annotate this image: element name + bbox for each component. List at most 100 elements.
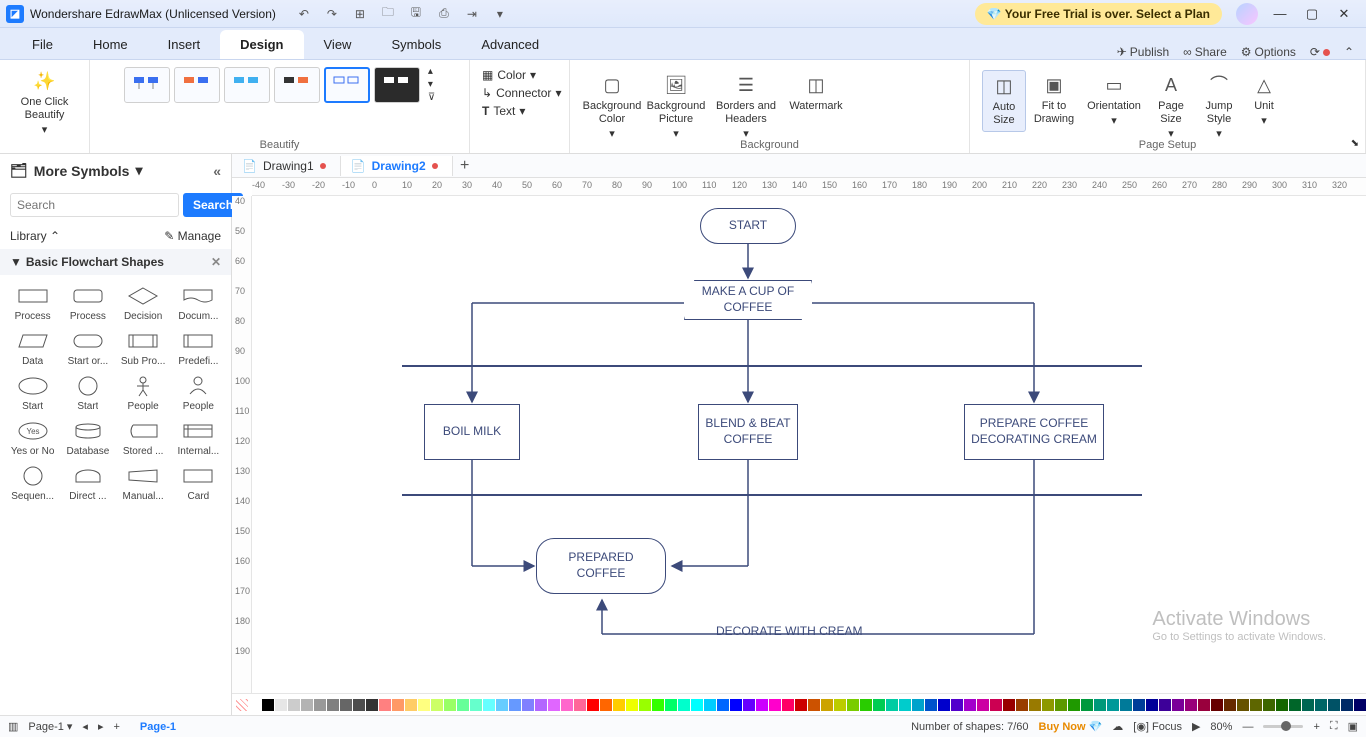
options-button[interactable]: ⚙ Options bbox=[1241, 45, 1296, 59]
color-swatch[interactable] bbox=[301, 699, 313, 711]
color-swatch[interactable] bbox=[821, 699, 833, 711]
color-swatch[interactable] bbox=[548, 699, 560, 711]
color-swatch[interactable] bbox=[938, 699, 950, 711]
shape-process[interactable]: Process bbox=[6, 283, 59, 322]
text-button[interactable]: T Text ▾ bbox=[482, 102, 525, 120]
color-swatch[interactable] bbox=[860, 699, 872, 711]
library-button[interactable]: Library ⌃ bbox=[10, 229, 60, 243]
color-swatch[interactable] bbox=[1328, 699, 1340, 711]
color-swatch[interactable] bbox=[873, 699, 885, 711]
color-swatch[interactable] bbox=[509, 699, 521, 711]
shape-data[interactable]: Data bbox=[6, 328, 59, 367]
shape-predefi[interactable]: Predefi... bbox=[172, 328, 225, 367]
add-tab-button[interactable]: + bbox=[453, 157, 477, 175]
shape-database[interactable]: Database bbox=[61, 418, 114, 457]
color-swatch[interactable] bbox=[561, 699, 573, 711]
shape-subpro[interactable]: Sub Pro... bbox=[117, 328, 170, 367]
orientation-button[interactable]: ▭Orientation ▾ bbox=[1082, 70, 1146, 132]
zoom-out-button[interactable]: — bbox=[1242, 721, 1253, 733]
color-swatch[interactable] bbox=[925, 699, 937, 711]
no-fill-swatch[interactable] bbox=[236, 699, 248, 711]
tab-insert[interactable]: Insert bbox=[148, 30, 221, 59]
jump-style-button[interactable]: ⌒Jump Style ▾ bbox=[1196, 70, 1242, 146]
shape-decision[interactable]: Decision bbox=[117, 283, 170, 322]
color-swatch[interactable] bbox=[379, 699, 391, 711]
color-swatch[interactable] bbox=[1159, 699, 1171, 711]
color-swatch[interactable] bbox=[795, 699, 807, 711]
color-swatch[interactable] bbox=[743, 699, 755, 711]
share-button[interactable]: ∞ Share bbox=[1183, 45, 1227, 59]
maximize-button[interactable]: ▢ bbox=[1296, 3, 1328, 25]
tab-design[interactable]: Design bbox=[220, 30, 303, 59]
new-button[interactable]: ⊞ bbox=[346, 3, 374, 25]
background-picture-button[interactable]: 🖼Background Picture ▾ bbox=[646, 70, 706, 146]
color-swatch[interactable] bbox=[1172, 699, 1184, 711]
color-swatch[interactable] bbox=[444, 699, 456, 711]
shape-card[interactable]: Card bbox=[172, 463, 225, 502]
color-swatch[interactable] bbox=[366, 699, 378, 711]
node-blend-beat[interactable]: BLEND & BEAT COFFEE bbox=[698, 404, 798, 460]
color-swatch[interactable] bbox=[1289, 699, 1301, 711]
color-swatch[interactable] bbox=[327, 699, 339, 711]
tab-symbols[interactable]: Symbols bbox=[371, 30, 461, 59]
color-swatch[interactable] bbox=[1250, 699, 1262, 711]
theme-down-button[interactable]: ▾ bbox=[428, 79, 435, 90]
color-swatch[interactable] bbox=[1211, 699, 1223, 711]
zoom-in-button[interactable]: + bbox=[1313, 721, 1319, 733]
color-swatch[interactable] bbox=[1263, 699, 1275, 711]
tab-view[interactable]: View bbox=[304, 30, 372, 59]
color-swatch[interactable] bbox=[691, 699, 703, 711]
color-swatch[interactable] bbox=[652, 699, 664, 711]
node-start[interactable]: START bbox=[700, 208, 796, 244]
shape-docum[interactable]: Docum... bbox=[172, 283, 225, 322]
color-swatch[interactable] bbox=[1302, 699, 1314, 711]
color-swatch[interactable] bbox=[457, 699, 469, 711]
color-swatch[interactable] bbox=[717, 699, 729, 711]
color-swatch[interactable] bbox=[665, 699, 677, 711]
color-swatch[interactable] bbox=[808, 699, 820, 711]
doc-tab-1[interactable]: 📄 Drawing1 bbox=[232, 156, 341, 176]
theme-6[interactable] bbox=[374, 67, 420, 103]
color-swatch[interactable] bbox=[769, 699, 781, 711]
one-click-beautify-button[interactable]: ✨ One Click Beautify ▾ bbox=[15, 66, 75, 142]
theme-more-button[interactable]: ⊽ bbox=[428, 92, 435, 103]
shape-people[interactable]: People bbox=[172, 373, 225, 412]
undo-button[interactable]: ↶ bbox=[290, 3, 318, 25]
save-button[interactable]: 🖫 bbox=[402, 3, 430, 25]
theme-5[interactable] bbox=[324, 67, 370, 103]
doc-tab-2[interactable]: 📄 Drawing2 bbox=[341, 156, 453, 176]
node-prepare-cream[interactable]: PREPARE COFFEE DECORATING CREAM bbox=[964, 404, 1104, 460]
color-swatch[interactable] bbox=[1198, 699, 1210, 711]
tab-file[interactable]: File bbox=[12, 30, 73, 59]
shape-people[interactable]: People bbox=[117, 373, 170, 412]
color-swatch[interactable] bbox=[483, 699, 495, 711]
collapse-panel-button[interactable]: « bbox=[213, 163, 221, 179]
color-swatch[interactable] bbox=[1068, 699, 1080, 711]
focus-button[interactable]: [◉] Focus bbox=[1133, 720, 1182, 733]
color-swatch[interactable] bbox=[405, 699, 417, 711]
shape-direct[interactable]: Direct ... bbox=[61, 463, 114, 502]
buy-now-button[interactable]: Buy Now 💎 bbox=[1039, 720, 1103, 733]
fit-drawing-button[interactable]: ▣Fit to Drawing bbox=[1028, 70, 1080, 130]
theme-up-button[interactable]: ▴ bbox=[428, 66, 435, 77]
theme-1[interactable] bbox=[124, 67, 170, 103]
borders-headers-button[interactable]: ☰Borders and Headers ▾ bbox=[710, 70, 782, 146]
theme-2[interactable] bbox=[174, 67, 220, 103]
tab-advanced[interactable]: Advanced bbox=[461, 30, 559, 59]
print-button[interactable]: ⎙ bbox=[430, 3, 458, 25]
theme-3[interactable] bbox=[224, 67, 270, 103]
color-swatch[interactable] bbox=[600, 699, 612, 711]
collapse-ribbon-button[interactable]: ⌃ bbox=[1344, 45, 1354, 59]
color-swatch[interactable] bbox=[639, 699, 651, 711]
node-make-coffee[interactable]: MAKE A CUP OF COFFEE bbox=[684, 280, 812, 320]
color-swatch[interactable] bbox=[1081, 699, 1093, 711]
color-swatch[interactable] bbox=[834, 699, 846, 711]
page-size-button[interactable]: APage Size ▾ bbox=[1148, 70, 1194, 146]
shape-start[interactable]: Start bbox=[6, 373, 59, 412]
publish-button[interactable]: ✈ Publish bbox=[1117, 45, 1169, 59]
color-button[interactable]: ▦ Color ▾ bbox=[482, 66, 536, 84]
auto-size-button[interactable]: ◫Auto Size bbox=[982, 70, 1026, 132]
color-swatch[interactable] bbox=[1029, 699, 1041, 711]
pages-button[interactable]: ▥ bbox=[8, 720, 18, 733]
color-swatch[interactable] bbox=[1224, 699, 1236, 711]
